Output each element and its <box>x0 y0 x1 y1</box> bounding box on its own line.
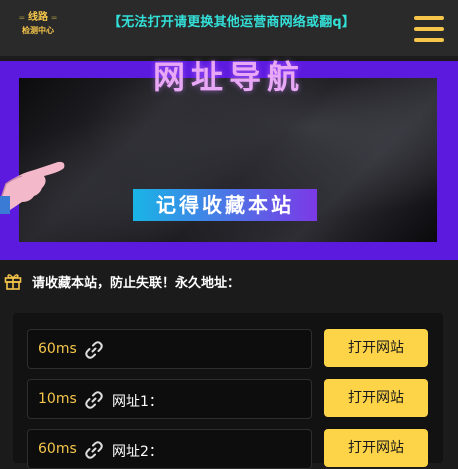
latency-value: 60ms <box>38 441 77 457</box>
link-label: 网址2： <box>112 444 163 460</box>
link-row: 60ms 打开网站 <box>27 329 428 369</box>
latency-value: 60ms <box>38 341 77 357</box>
link-list: 60ms 打开网站 10ms 网址1： 打开网站 60ms 网址2： 打开网站 <box>13 313 443 469</box>
hamburger-menu-icon[interactable] <box>412 14 446 44</box>
banner-title: 网址导航 <box>152 58 305 96</box>
logo-bottom-text: 检测中心 <box>22 26 54 35</box>
link-address-box[interactable]: 60ms <box>27 329 312 369</box>
link-icon <box>85 391 103 409</box>
open-site-button[interactable]: 打开网站 <box>324 429 428 467</box>
link-row: 10ms 网址1： 打开网站 <box>27 379 428 419</box>
open-site-button[interactable]: 打开网站 <box>324 379 428 417</box>
top-header: = 线路 = 检测中心 【无法打开请更换其他运营商网络或翻q】 <box>0 0 458 56</box>
gift-icon <box>4 274 22 290</box>
pointing-hand-icon <box>0 161 65 214</box>
link-address-box[interactable]: 60ms 网址2： <box>27 429 312 469</box>
bookmark-notice: 请收藏本站，防止失联！永久地址： <box>4 268 444 294</box>
banner-subtitle: 记得收藏本站 <box>133 189 317 221</box>
bookmark-notice-text: 请收藏本站，防止失联！永久地址： <box>32 276 241 291</box>
link-icon <box>85 341 103 359</box>
open-site-button[interactable]: 打开网站 <box>324 329 428 367</box>
link-row: 60ms 网址2： 打开网站 <box>27 429 428 469</box>
logo-top-text: 线路 <box>28 12 48 23</box>
link-label: 网址1： <box>112 394 163 410</box>
network-notice: 【无法打开请更换其他运营商网络或翻q】 <box>108 15 356 30</box>
line-check-logo[interactable]: = 线路 = 检测中心 <box>14 11 62 37</box>
latency-value: 10ms <box>38 391 77 407</box>
link-address-box[interactable]: 10ms 网址1： <box>27 379 312 419</box>
link-icon <box>85 441 103 459</box>
